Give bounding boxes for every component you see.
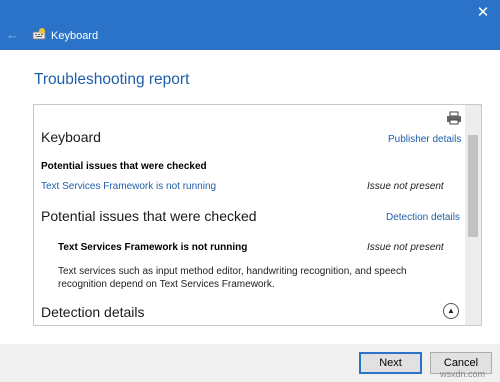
report-panel: Keyboard Publisher details Potential iss… [33, 104, 482, 326]
publisher-details-link[interactable]: Publisher details [388, 134, 461, 145]
back-arrow-icon[interactable]: ← [6, 28, 20, 42]
section-title-potential-issues: Potential issues that were checked [41, 208, 257, 224]
section-title-detection-details: Detection details [41, 304, 145, 320]
issue-link-text-services[interactable]: Text Services Framework is not running [41, 181, 216, 192]
scrollbar-thumb[interactable] [468, 135, 478, 237]
issue-description: Text services such as input method edito… [58, 266, 407, 290]
next-button[interactable]: Next [359, 352, 422, 374]
issue-status: Issue not present [367, 181, 444, 192]
close-icon[interactable]: ✕ [476, 5, 490, 20]
button-bar [0, 344, 500, 382]
issue-detail-status: Issue not present [367, 242, 444, 253]
watermark: wsxdn.com [440, 369, 486, 379]
vertical-scrollbar[interactable] [465, 105, 481, 325]
collapse-chevron-icon[interactable]: ▲ [443, 303, 459, 319]
title-bar: ← Keyboard ✕ [0, 0, 500, 50]
page-title: Troubleshooting report [34, 71, 190, 88]
issue-detail-name: Text Services Framework is not running [58, 242, 248, 253]
detection-details-link[interactable]: Detection details [386, 212, 460, 223]
issues-checked-subheading: Potential issues that were checked [41, 161, 207, 172]
section-title-keyboard: Keyboard [41, 129, 101, 145]
troubleshooter-icon [32, 28, 46, 40]
window-title: Keyboard [51, 30, 99, 42]
printer-icon[interactable] [446, 111, 462, 125]
